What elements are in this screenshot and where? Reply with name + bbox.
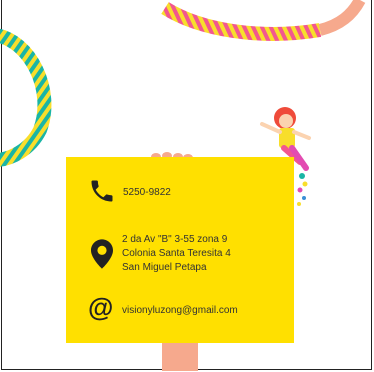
hoop-left [0, 29, 52, 167]
sign-stake [162, 343, 198, 371]
phone-icon [88, 177, 116, 210]
address-line-3: San Miguel Petapa [122, 262, 207, 273]
email-address[interactable]: visionyluzong@gmail.com [122, 305, 238, 317]
contact-card: 5250-9822 2 da Av "B" 3-55 zona 9 Coloni… [66, 157, 294, 343]
at-sign-icon: @ [88, 292, 114, 322]
phone-number[interactable]: 5250-9822 [123, 187, 171, 199]
address-line-2: Colonia Santa Teresita 4 [122, 248, 231, 259]
location-pin-icon [91, 239, 113, 274]
hoop-top-end [318, 0, 366, 36]
address-line-1: 2 da Av "B" 3-55 zona 9 [122, 234, 228, 245]
hoop-top [161, 1, 322, 41]
